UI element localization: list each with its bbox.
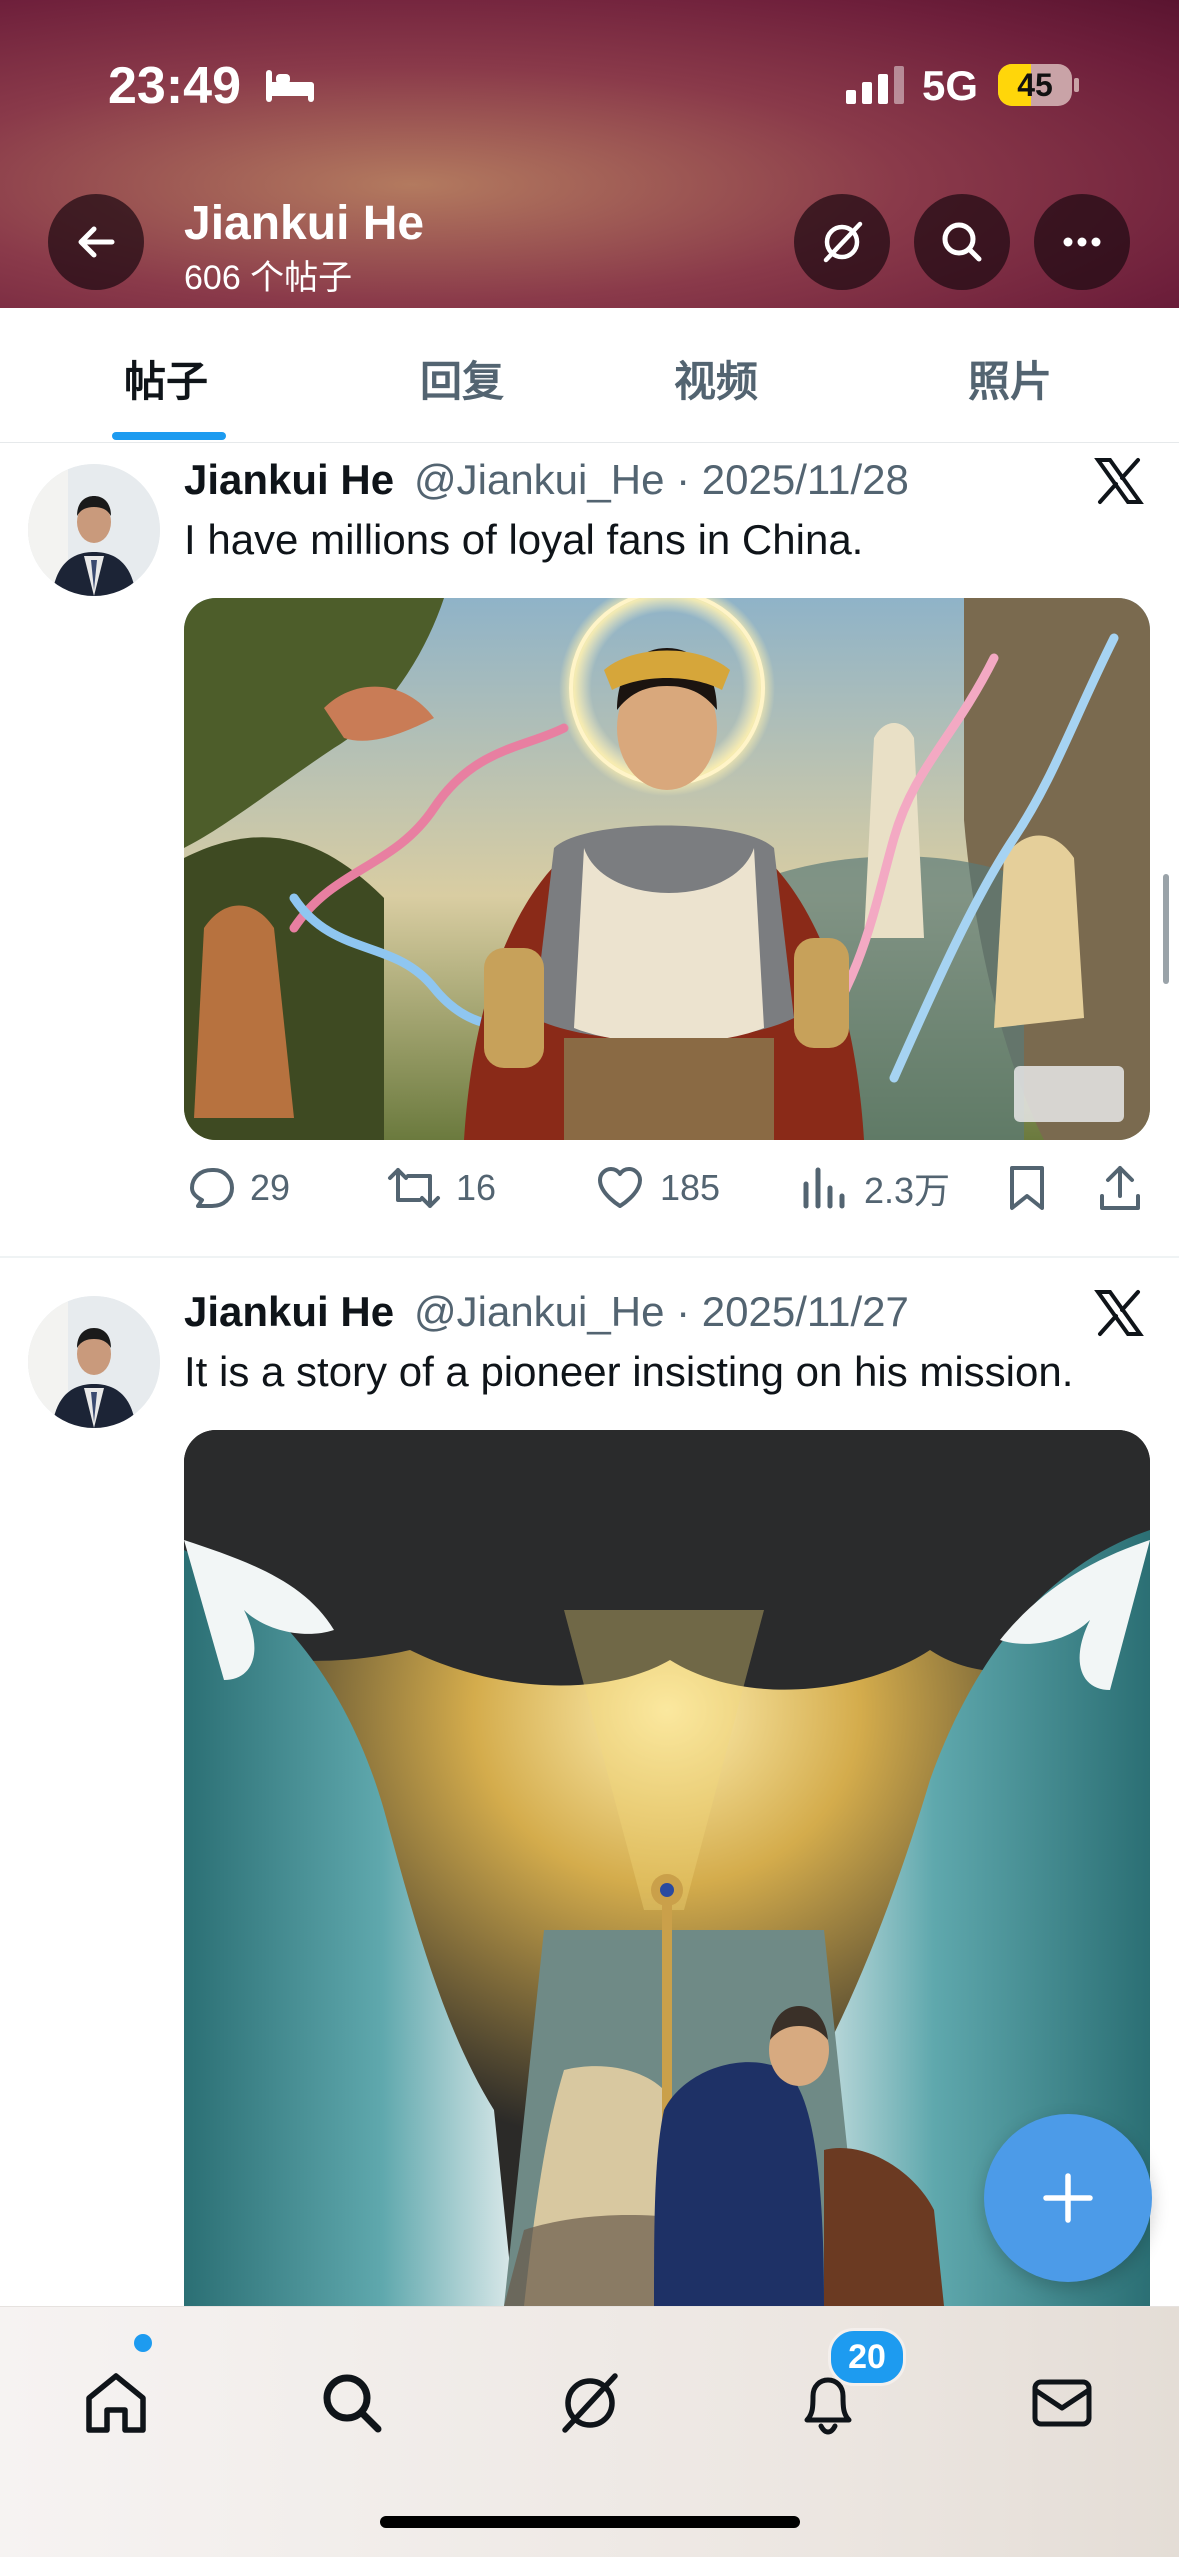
compose-button[interactable] xyxy=(984,2114,1152,2282)
battery-level: 45 xyxy=(1017,67,1053,103)
repost-button[interactable]: 16 xyxy=(386,1162,496,1214)
active-tab-indicator xyxy=(112,432,226,440)
profile-tabs: 帖子 回复 视频 照片 xyxy=(0,308,1179,443)
profile-header: 23:49 5G 45 Jiankui He 606 个帖子 xyxy=(0,0,1179,308)
post-text: It is a story of a pioneer insisting on … xyxy=(184,1348,1074,1395)
more-button[interactable] xyxy=(1034,194,1130,290)
nav-search[interactable] xyxy=(302,2353,402,2453)
compose-plus-icon xyxy=(1043,2173,1093,2223)
nav-messages[interactable] xyxy=(1012,2353,1112,2453)
post-author-name[interactable]: Jiankui He xyxy=(184,456,394,504)
share-icon xyxy=(1100,1166,1140,1210)
tab-posts[interactable]: 帖子 xyxy=(124,348,208,409)
tab-replies[interactable]: 回复 xyxy=(420,348,504,409)
search-button[interactable] xyxy=(914,194,1010,290)
more-icon xyxy=(1063,237,1101,247)
notifications-badge: 20 xyxy=(828,2328,906,2386)
post-image[interactable] xyxy=(184,598,1150,1140)
roman-emperor-painting xyxy=(184,598,1150,1140)
home-icon xyxy=(86,2373,146,2433)
battery-indicator: 45 xyxy=(998,64,1072,106)
x-logo-icon xyxy=(1094,1288,1144,1343)
search-icon xyxy=(323,2374,382,2433)
avatar[interactable] xyxy=(28,464,160,596)
bookmark-icon xyxy=(1010,1166,1044,1210)
post-handle: @Jiankui_He · 2025/11/28 xyxy=(414,456,909,503)
home-indicator[interactable] xyxy=(380,2516,800,2528)
scrollbar[interactable] xyxy=(1163,874,1169,984)
sleep-focus-icon xyxy=(264,68,316,109)
grok-icon xyxy=(562,2373,618,2433)
x-logo-icon xyxy=(1094,456,1144,511)
nav-home[interactable] xyxy=(66,2353,166,2453)
tab-photos[interactable]: 照片 xyxy=(968,348,1052,409)
like-button[interactable]: 185 xyxy=(594,1162,720,1214)
search-icon xyxy=(942,222,982,262)
back-button[interactable] xyxy=(48,194,144,290)
nav-grok[interactable] xyxy=(540,2353,640,2453)
status-time: 23:49 xyxy=(108,57,241,115)
network-type: 5G xyxy=(922,62,979,109)
post-actions: 29 16 185 2.3万 xyxy=(184,1162,1150,1228)
grok-icon xyxy=(823,221,863,263)
reply-icon xyxy=(190,1168,234,1208)
post-divider xyxy=(0,1256,1179,1258)
mail-icon xyxy=(1032,2379,1092,2427)
like-icon xyxy=(598,1167,642,1208)
battery-nub xyxy=(1074,78,1079,92)
header-post-count: 606 个帖子 xyxy=(184,259,353,297)
back-arrow-icon xyxy=(78,226,115,258)
share-button[interactable] xyxy=(1096,1162,1144,1214)
views-button[interactable]: 2.3万 xyxy=(800,1162,950,1214)
post-handle: @Jiankui_He · 2025/11/27 xyxy=(414,1288,909,1335)
cellular-signal-icon xyxy=(846,66,906,109)
tab-videos[interactable]: 视频 xyxy=(674,348,758,409)
grok-button[interactable] xyxy=(794,194,890,290)
bookmark-button[interactable] xyxy=(1004,1162,1050,1214)
views-icon xyxy=(803,1167,845,1209)
post-text: I have millions of loyal fans in China. xyxy=(184,516,864,563)
repost-icon xyxy=(388,1168,440,1208)
reply-button[interactable]: 29 xyxy=(184,1162,290,1214)
home-unread-dot xyxy=(134,2334,152,2352)
avatar[interactable] xyxy=(28,1296,160,1428)
post-author-name[interactable]: Jiankui He xyxy=(184,1288,394,1336)
header-name: Jiankui He xyxy=(184,197,425,250)
